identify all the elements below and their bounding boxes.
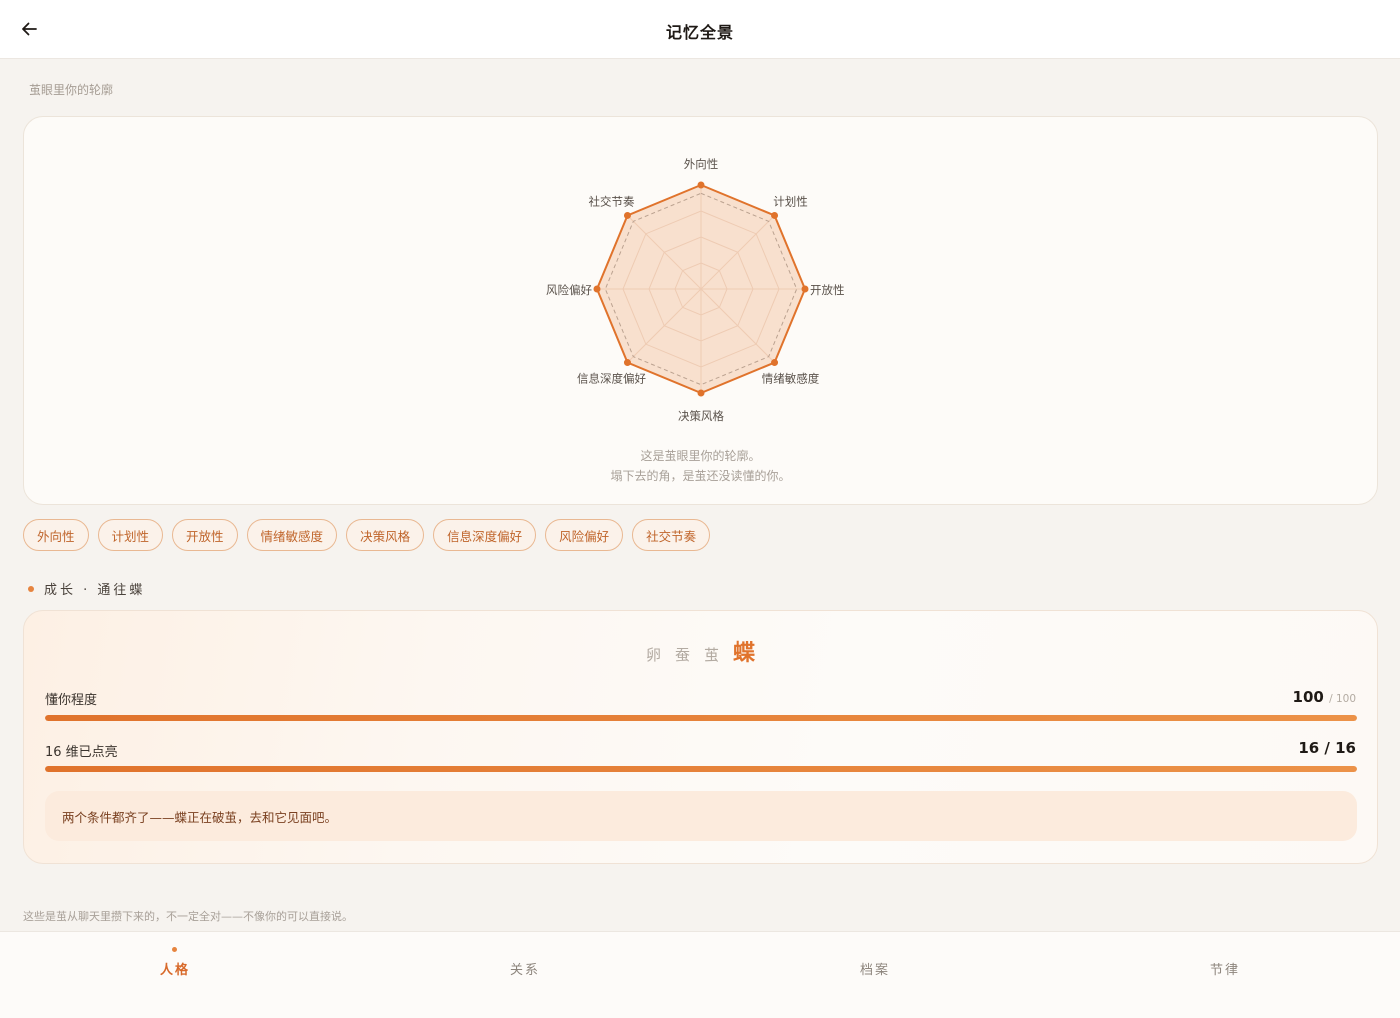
- radar-axis-label: 风险偏好: [546, 283, 592, 297]
- radar-data-point: [801, 285, 809, 293]
- dimensions-progress-fill: [45, 766, 1357, 772]
- understanding-value: 100 / 100: [1293, 688, 1356, 706]
- chip-openness[interactable]: 开放性: [172, 519, 238, 551]
- understanding-total: / 100: [1329, 693, 1356, 705]
- bottom-tab-bar: 人格 关系 档案 节律: [0, 931, 1400, 1018]
- radar-data-point: [623, 211, 631, 219]
- growth-card: 卵 蚕 茧 蝶 懂你程度 100 / 100 16 维已点亮 16 / 16 两…: [23, 610, 1378, 864]
- tab-label: 节律: [1209, 963, 1240, 978]
- chip-emotional-sensitivity[interactable]: 情绪敏感度: [246, 519, 338, 551]
- radar-data-point: [771, 359, 779, 367]
- dimensions-value: 16 / 16: [1298, 739, 1356, 757]
- dimensions-label: 16 维已点亮: [45, 745, 118, 760]
- radar-axis-label: 计划性: [773, 194, 808, 208]
- understanding-label: 懂你程度: [45, 693, 98, 708]
- radar-data-point: [697, 389, 705, 397]
- page-title: 记忆全景: [665, 23, 734, 42]
- chip-planning[interactable]: 计划性: [97, 519, 164, 551]
- radar-caption-line2: 塌下去的角，是茧还没读懂的你。: [610, 469, 791, 483]
- stage-butterfly: 蝶: [733, 641, 756, 666]
- stage-cocoon: 茧: [704, 646, 720, 664]
- radar-caption-line1: 这是茧眼里你的轮廓。: [640, 449, 761, 463]
- dimensions-progress-bar: [45, 766, 1357, 772]
- notice-text: 两个条件都齐了——蝶正在破茧，去和它见面吧。: [62, 809, 338, 825]
- growth-header: 成长 · 通往蝶: [28, 579, 145, 598]
- radar-data-point: [697, 181, 705, 189]
- tab-rhythm[interactable]: 节律: [1050, 932, 1400, 1018]
- radar-data-point: [593, 285, 601, 293]
- tab-label: 人格: [159, 963, 190, 978]
- stage-egg: 卵: [645, 646, 661, 664]
- chip-info-depth[interactable]: 信息深度偏好: [433, 519, 537, 551]
- stage-silkworm: 蚕: [674, 646, 690, 664]
- butterfly-notice[interactable]: 两个条件都齐了——蝶正在破茧，去和它见面吧。: [45, 791, 1357, 841]
- tab-personality[interactable]: 人格: [0, 932, 350, 1018]
- active-dot-icon: [172, 947, 177, 952]
- tab-relationships[interactable]: 关系: [350, 932, 700, 1018]
- tab-label: 档案: [859, 963, 890, 978]
- dot-icon: [28, 585, 34, 592]
- chip-extraversion[interactable]: 外向性: [23, 519, 89, 551]
- radar-data-point: [771, 211, 779, 219]
- understanding-progress-bar: [45, 715, 1357, 721]
- tab-archive[interactable]: 档案: [700, 932, 1050, 1018]
- radar-axis-label: 信息深度偏好: [577, 372, 646, 386]
- understanding-progress-fill: [45, 715, 1357, 721]
- profile-section-label: 茧眼里你的轮廓: [29, 83, 114, 97]
- growth-header-text: 成长 · 通往蝶: [44, 583, 146, 598]
- dimension-chips: 外向性 计划性 开放性 情绪敏感度 决策风格 信息深度偏好 风险偏好 社交节奏: [23, 519, 711, 551]
- radar-axis-label: 社交节奏: [588, 194, 634, 208]
- radar-axis-label: 情绪敏感度: [762, 372, 820, 386]
- understanding-score: 100: [1292, 688, 1324, 706]
- footnote: 这些是茧从聊天里攒下来的，不一定全对——不像你的可以直接说。: [23, 910, 353, 923]
- radar-axis-label: 决策风格: [678, 409, 724, 423]
- chip-decision-style[interactable]: 决策风格: [346, 519, 425, 551]
- radar-axis-label: 外向性: [684, 157, 719, 171]
- chip-risk-preference[interactable]: 风险偏好: [545, 519, 624, 551]
- top-bar: 记忆全景: [0, 0, 1400, 59]
- stage-progression: 卵 蚕 茧 蝶: [24, 635, 1377, 667]
- radar-card: 外向性计划性开放性情绪敏感度决策风格 信息深度偏好 风险偏好 社交节奏 这是茧眼里你的…: [23, 116, 1378, 505]
- chip-social-rhythm[interactable]: 社交节奏: [632, 519, 711, 551]
- tab-label: 关系: [509, 963, 540, 978]
- radar-data-point: [623, 359, 631, 367]
- radar-axis-label: 开放性: [810, 283, 845, 297]
